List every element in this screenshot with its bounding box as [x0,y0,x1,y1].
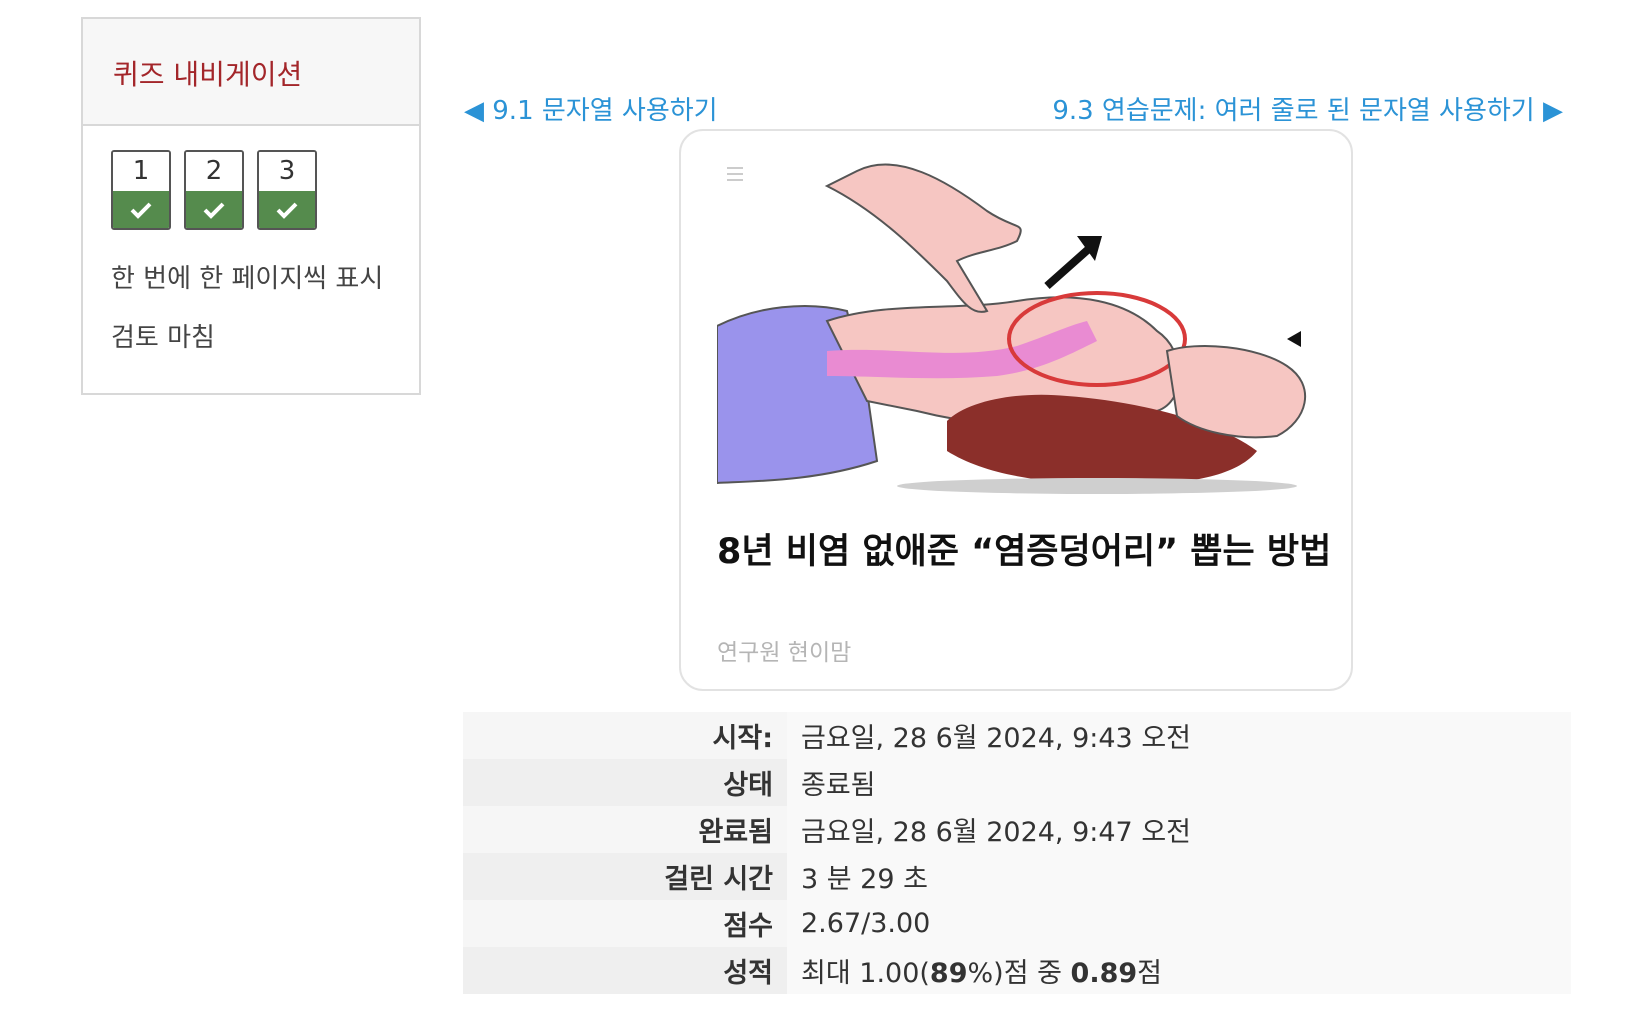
checkmark-icon [203,202,225,219]
question-button-3[interactable]: 3 [257,150,317,230]
table-row: 성적 최대 1.00(89%)점 중 0.89점 [463,947,1571,994]
grade-percent: 89 [929,958,968,989]
time-taken-value: 3 분 29 초 [787,853,1571,900]
table-row: 점수 2.67/3.00 [463,900,1571,947]
quiz-review-page: 퀴즈 내비게이션 1 2 3 한 번에 한 페이지씩 표시 검토 마침 ◀ 9.… [0,0,1640,1009]
grade-suffix: 점 [1137,958,1163,989]
correct-state [259,191,315,228]
previous-activity-label: 9.1 문자열 사용하기 [492,96,718,126]
ad-headline[interactable]: 8년 비염 없애준 “염증덩어리” 뽑는 방법 [717,523,1331,574]
triangle-right-icon: ▶ [1543,96,1563,126]
correct-state [186,191,242,228]
next-activity-link[interactable]: 9.3 연습문제: 여러 줄로 된 문자열 사용하기 ▶ [1052,90,1563,127]
table-row: 시작: 금요일, 28 6월 2024, 9:43 오전 [463,712,1571,759]
question-number: 2 [186,152,242,191]
previous-activity-link[interactable]: ◀ 9.1 문자열 사용하기 [464,90,718,127]
grade-prefix: 최대 1.00( [801,958,930,989]
marks-label: 점수 [463,900,787,947]
question-button-2[interactable]: 2 [184,150,244,230]
quiz-navigation-title: 퀴즈 내비게이션 [113,58,303,91]
completed-label: 완료됨 [463,806,787,853]
question-number: 1 [113,152,169,191]
show-one-page-link[interactable]: 한 번에 한 페이지씩 표시 [111,258,419,295]
ad-source: 연구원 현이맘 [717,640,852,666]
completed-value: 금요일, 28 6월 2024, 9:47 오전 [787,806,1571,853]
state-value: 종료됨 [787,759,1571,806]
attempt-summary-table: 시작: 금요일, 28 6월 2024, 9:43 오전 상태 종료됨 완료됨 … [463,712,1571,994]
finish-review-link[interactable]: 검토 마침 [111,317,419,354]
grade-label: 성적 [463,947,787,994]
started-label: 시작: [463,712,787,759]
checkmark-icon [276,202,298,219]
grade-middle: %)점 중 [967,958,1071,989]
quiz-navigation-block: 퀴즈 내비게이션 1 2 3 한 번에 한 페이지씩 표시 검토 마침 [81,17,421,395]
question-buttons: 1 2 3 [111,150,419,230]
question-number: 3 [259,152,315,191]
question-button-1[interactable]: 1 [111,150,171,230]
time-taken-label: 걸린 시간 [463,853,787,900]
grade-score: 0.89 [1070,958,1138,989]
correct-state [113,191,169,228]
menu-icon[interactable] [727,167,743,181]
next-activity-label: 9.3 연습문제: 여러 줄로 된 문자열 사용하기 [1052,96,1535,126]
quiz-navigation-body: 1 2 3 한 번에 한 페이지씩 표시 검토 마침 [83,126,419,354]
grade-value: 최대 1.00(89%)점 중 0.89점 [787,947,1571,994]
started-value: 금요일, 28 6월 2024, 9:43 오전 [787,712,1571,759]
state-label: 상태 [463,759,787,806]
ad-illustration [717,163,1306,494]
quiz-navigation-header: 퀴즈 내비게이션 [83,19,419,126]
marks-value: 2.67/3.00 [787,900,1571,947]
checkmark-icon [130,202,152,219]
triangle-left-icon: ◀ [464,96,484,126]
table-row: 걸린 시간 3 분 29 초 [463,853,1571,900]
ad-card[interactable]: 8년 비염 없애준 “염증덩어리” 뽑는 방법 연구원 현이맘 [679,129,1353,691]
table-row: 상태 종료됨 [463,759,1571,806]
table-row: 완료됨 금요일, 28 6월 2024, 9:47 오전 [463,806,1571,853]
